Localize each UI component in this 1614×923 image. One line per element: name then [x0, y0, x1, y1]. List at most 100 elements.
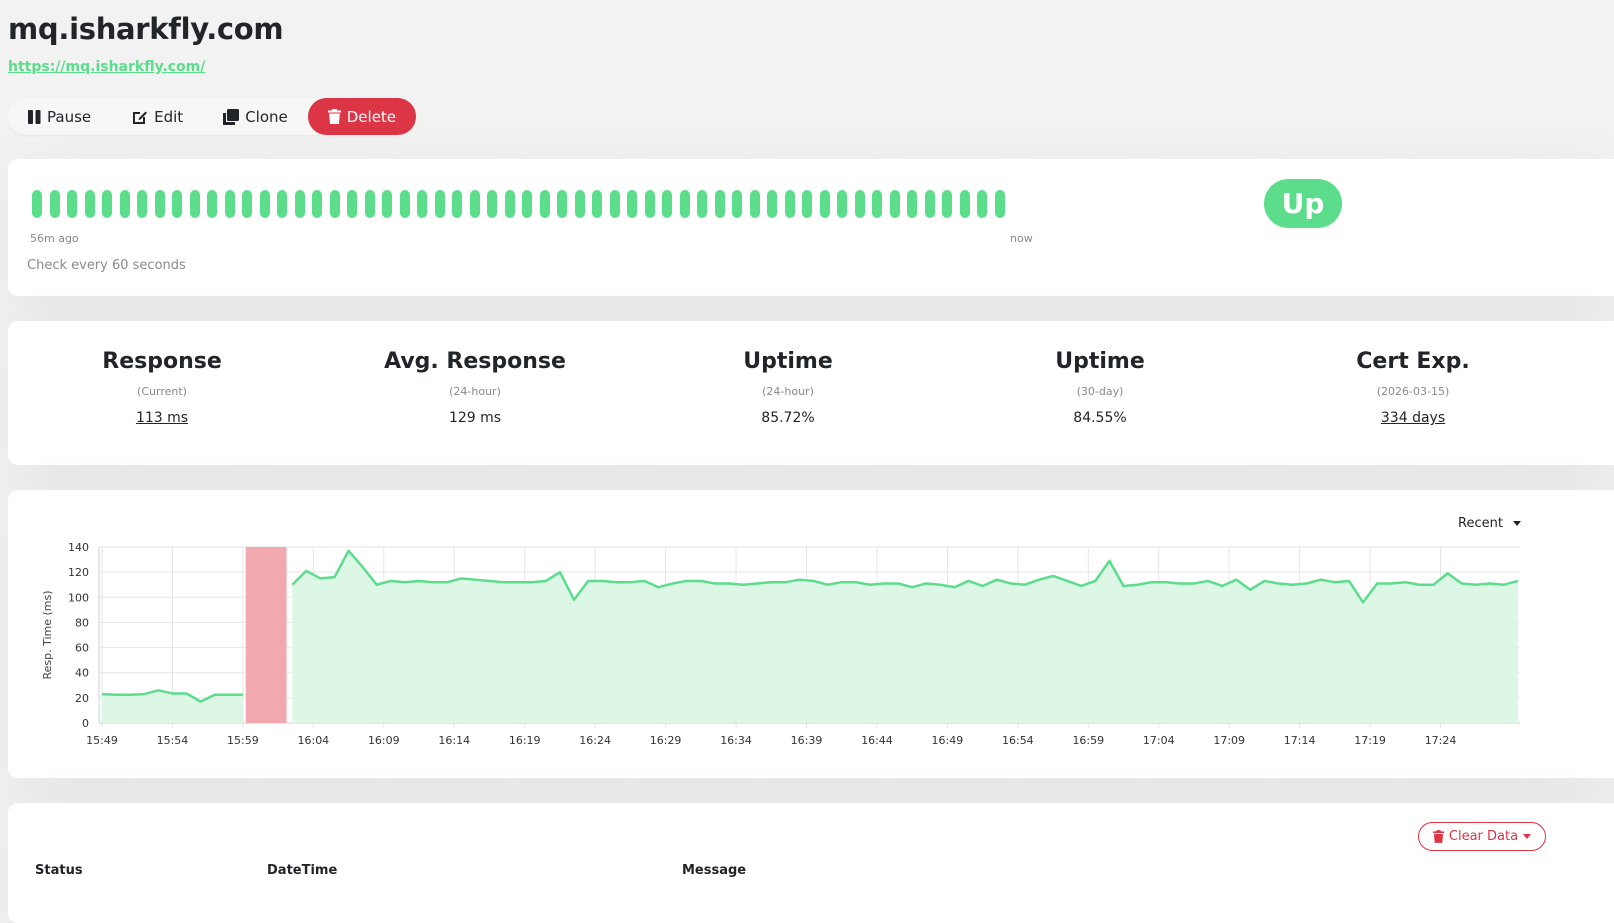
monitor-url-link[interactable]: https://mq.isharkfly.com/ [8, 59, 205, 75]
heartbeat-beat[interactable] [154, 190, 165, 218]
stat-value: 129 ms [448, 410, 502, 426]
x-tick-label: 16:14 [438, 734, 470, 747]
heartbeat-beat[interactable] [172, 190, 182, 218]
delete-button[interactable]: Delete [307, 98, 417, 135]
heartbeat-beat[interactable] [189, 190, 200, 218]
heartbeat-beat[interactable] [959, 190, 970, 218]
heartbeat-beat[interactable] [347, 190, 357, 218]
heartbeat-beat[interactable] [819, 190, 830, 218]
x-tick-label: 15:54 [157, 734, 189, 747]
events-card: Clear Data Status DateTime Message [8, 803, 1614, 923]
clear-data-label: Clear Data [1448, 829, 1519, 844]
heartbeat-beat[interactable] [749, 190, 760, 218]
stat-subtitle: (30-day) [1076, 385, 1124, 398]
heartbeat-beat[interactable] [679, 190, 690, 218]
stat-response: Response (Current) 113 ms [2, 321, 322, 426]
heartbeat-beat[interactable] [767, 190, 777, 218]
heartbeat-beat[interactable] [784, 190, 795, 218]
heartbeat-beat[interactable] [609, 190, 620, 218]
heartbeat-beat[interactable] [32, 190, 42, 218]
heartbeat-start-label: 56m ago [30, 232, 79, 245]
heartbeat-beat[interactable] [697, 190, 707, 218]
stat-value-link[interactable]: 334 days [1253, 410, 1573, 426]
heartbeat-beat[interactable] [417, 190, 427, 218]
heartbeat-beat[interactable] [802, 190, 812, 218]
stat-title: Uptime [1055, 349, 1145, 374]
heartbeat-beat[interactable] [907, 190, 917, 218]
heartbeat-beat[interactable] [732, 190, 742, 218]
heartbeat-beat[interactable] [277, 190, 287, 218]
chart-period-dropdown[interactable]: Recent [1458, 516, 1521, 531]
heartbeat-beat[interactable] [662, 190, 672, 218]
heartbeat-beat[interactable] [522, 190, 532, 218]
y-tick-label: 60 [75, 642, 89, 655]
heartbeat-beat[interactable] [329, 190, 340, 218]
clone-button[interactable]: Clone [203, 98, 308, 135]
heartbeat-beat[interactable] [924, 190, 935, 218]
heartbeat-beat[interactable] [574, 190, 585, 218]
heartbeat-beat[interactable] [469, 190, 480, 218]
stats-card: Response (Current) 113 ms Avg. Response … [8, 321, 1614, 465]
heartbeat-beat[interactable] [434, 190, 445, 218]
pause-button[interactable]: Pause [8, 98, 111, 135]
heartbeat-beat[interactable] [102, 190, 112, 218]
y-tick-label: 100 [68, 591, 89, 604]
x-tick-label: 17:14 [1284, 734, 1316, 747]
x-tick-label: 16:59 [1072, 734, 1104, 747]
heartbeat-beat[interactable] [644, 190, 655, 218]
heartbeat-beat[interactable] [84, 190, 95, 218]
heartbeat-beat[interactable] [557, 190, 567, 218]
stat-value: 84.55% [1073, 410, 1127, 426]
clone-label: Clone [245, 107, 288, 126]
heartbeat-beat[interactable] [504, 190, 515, 218]
heartbeat-beat[interactable] [137, 190, 147, 218]
heartbeat-beat[interactable] [364, 190, 375, 218]
heartbeat-beat[interactable] [854, 190, 865, 218]
edit-label: Edit [154, 107, 184, 126]
stat-uptime-30d: Uptime (30-day) 84.55% [940, 321, 1260, 426]
heartbeat-beat[interactable] [452, 190, 462, 218]
heartbeat-beat[interactable] [67, 190, 77, 218]
heartbeat-end-label: now [1010, 232, 1033, 245]
heartbeat-beat[interactable] [224, 190, 235, 218]
x-tick-label: 16:49 [932, 734, 964, 747]
x-tick-label: 16:44 [861, 734, 893, 747]
chevron-down-icon [1512, 521, 1521, 526]
heartbeat-beat[interactable] [259, 190, 270, 218]
heartbeat-beat[interactable] [994, 190, 1005, 218]
heartbeat-beat[interactable] [119, 190, 130, 218]
heartbeat-beat[interactable] [49, 190, 60, 218]
heartbeat-beat[interactable] [872, 190, 882, 218]
heartbeat-beat[interactable] [294, 190, 305, 218]
heartbeat-beat[interactable] [627, 190, 637, 218]
x-tick-label: 16:24 [579, 734, 611, 747]
heartbeat-beat[interactable] [399, 190, 410, 218]
chart-period-label: Recent [1458, 516, 1503, 531]
clear-data-button[interactable]: Clear Data [1418, 822, 1546, 851]
heartbeat-beat[interactable] [312, 190, 322, 218]
heartbeat-beat[interactable] [382, 190, 392, 218]
heartbeat-beat[interactable] [242, 190, 252, 218]
heartbeat-beat[interactable] [942, 190, 952, 218]
delete-label: Delete [346, 107, 397, 126]
heartbeat-beat[interactable] [714, 190, 725, 218]
heartbeat-beat[interactable] [487, 190, 497, 218]
heartbeat-beat[interactable] [977, 190, 987, 218]
y-tick-label: 80 [75, 616, 89, 629]
y-tick-label: 120 [68, 566, 89, 579]
heartbeat-beat[interactable] [207, 190, 217, 218]
y-tick-label: 140 [68, 541, 89, 554]
stat-uptime-24h: Uptime (24-hour) 85.72% [628, 321, 948, 426]
monitor-toolbar: Pause Edit Clone Delete [8, 98, 417, 135]
pause-label: Pause [47, 107, 92, 126]
heartbeat-beat[interactable] [837, 190, 847, 218]
stat-value-link[interactable]: 113 ms [2, 410, 322, 426]
stat-avg-response: Avg. Response (24-hour) 129 ms [315, 321, 635, 426]
heartbeat-beat[interactable] [592, 190, 602, 218]
y-tick-label: 20 [75, 692, 89, 705]
heartbeat-beat[interactable] [889, 190, 900, 218]
heartbeat-beat[interactable] [539, 190, 550, 218]
page-title: mq.isharkfly.com [8, 12, 284, 46]
x-tick-label: 16:34 [720, 734, 752, 747]
edit-button[interactable]: Edit [111, 98, 203, 135]
